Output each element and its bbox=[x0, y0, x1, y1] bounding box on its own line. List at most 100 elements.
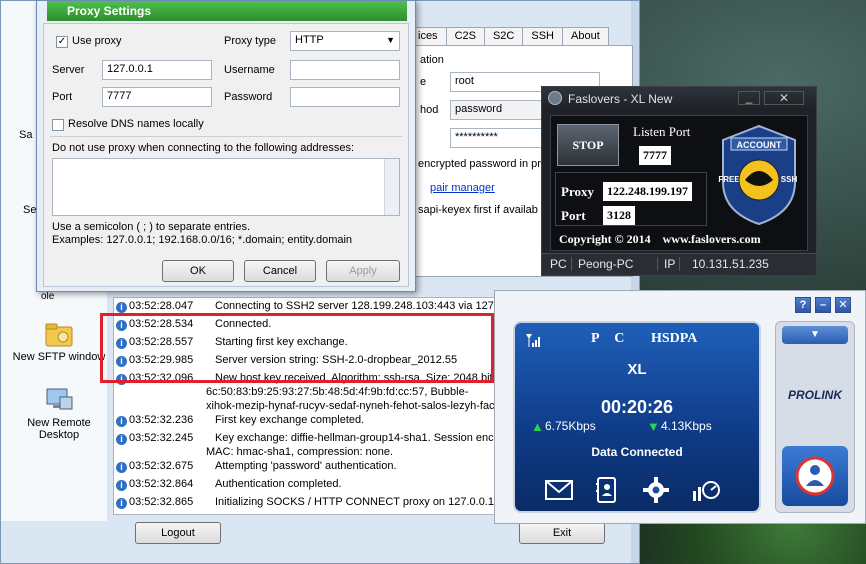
status-pc: PC bbox=[546, 257, 572, 271]
status-ip-value: 10.131.51.235 bbox=[692, 257, 769, 271]
gear-icon[interactable] bbox=[643, 477, 669, 503]
no-proxy-textarea[interactable] bbox=[52, 158, 400, 216]
proxy-type-value: HTTP bbox=[295, 34, 324, 46]
minimize-button[interactable]: _ bbox=[738, 91, 760, 105]
apply-button[interactable]: Apply bbox=[326, 260, 400, 282]
server-field[interactable]: 127.0.0.1 bbox=[102, 60, 212, 80]
new-sftp-window-button[interactable]: New SFTP window bbox=[11, 319, 107, 363]
chevron-down-icon: ▼ bbox=[386, 35, 395, 45]
proxy-type-label: Proxy type bbox=[224, 35, 276, 47]
encrypted-text: encrypted password in pr bbox=[418, 158, 541, 170]
port-label: Port bbox=[52, 91, 73, 103]
stop-button[interactable]: STOP bbox=[557, 124, 619, 166]
upload-speed: 6.75Kbps bbox=[545, 419, 596, 433]
app-icon bbox=[548, 91, 562, 105]
window-title: Faslovers - XL New _ ✕ bbox=[542, 87, 816, 111]
sidebar-fragment-console: ole bbox=[41, 291, 55, 302]
connect-button[interactable] bbox=[782, 446, 848, 506]
method-label-fragment: hod bbox=[420, 104, 439, 116]
modem-dialer-window: ? – ✕ P C HSDPA XL 00:20:26 ▲ 6.75Kbps ▼… bbox=[494, 290, 866, 524]
resolve-dns-label: Resolve DNS names locally bbox=[68, 118, 204, 130]
badge-free-text: FREE bbox=[718, 175, 740, 184]
username-label: Username bbox=[224, 64, 275, 76]
info-icon: i bbox=[116, 434, 127, 445]
network-type: HSDPA bbox=[651, 331, 698, 346]
proxy-settings-dialog: Proxy Settings ✓ Use proxy Proxy type HT… bbox=[36, 0, 416, 292]
connection-timer: 00:20:26 bbox=[600, 397, 674, 417]
status-bar: PC Peong-PC IP 10.131.51.235 bbox=[542, 253, 816, 275]
log-row: i 03:52:32.864 Authentication completed. bbox=[116, 478, 342, 494]
listen-port-field[interactable]: 7777 bbox=[639, 146, 671, 165]
new-remote-desktop-button[interactable]: New Remote Desktop bbox=[11, 385, 107, 441]
proxy-password-field[interactable] bbox=[290, 87, 400, 107]
highlight-annotation bbox=[100, 313, 494, 383]
info-icon: i bbox=[116, 480, 127, 491]
faslovers-proxy-label: Proxy bbox=[561, 184, 594, 199]
phonebook-icon[interactable] bbox=[595, 477, 617, 503]
status-ip-label: IP bbox=[660, 257, 681, 271]
mode-text: P C bbox=[591, 331, 631, 346]
hint-line-1: Use a semicolon ( ; ) to separate entrie… bbox=[52, 221, 251, 233]
info-icon: i bbox=[116, 302, 127, 313]
use-proxy-label: Use proxy bbox=[72, 35, 122, 47]
tab-c2s[interactable]: C2S bbox=[445, 27, 485, 45]
listen-port-label: Listen Port bbox=[633, 124, 691, 139]
folder-icon bbox=[45, 323, 73, 347]
dropdown-toggle-button[interactable]: ▼ bbox=[782, 326, 848, 344]
proxy-username-field[interactable] bbox=[290, 60, 400, 80]
log-row: i 03:52:32.865 Initializing SOCKS / HTTP C… bbox=[116, 496, 494, 512]
no-proxy-label: Do not use proxy when connecting to the … bbox=[52, 142, 355, 154]
badge-account-text: ACCOUNT bbox=[737, 140, 782, 150]
pair-manager-link[interactable]: pair manager bbox=[430, 182, 495, 194]
faslovers-proxy-field[interactable]: 122.248.199.197 bbox=[603, 182, 692, 201]
tab-about[interactable]: About bbox=[562, 27, 609, 45]
operator-name: XL bbox=[627, 361, 647, 378]
free-ssh-account-badge: ACCOUNT FREE SSH bbox=[718, 124, 798, 226]
server-label: Server bbox=[52, 64, 85, 76]
title-text: Faslovers - XL New bbox=[568, 92, 673, 106]
faslovers-window: Faslovers - XL New _ ✕ STOP Listen Port … bbox=[541, 86, 817, 276]
cancel-button[interactable]: Cancel bbox=[244, 260, 316, 282]
status-hostname: Peong-PC bbox=[574, 257, 658, 271]
down-arrow-icon: ▼ bbox=[647, 419, 660, 434]
close-button[interactable]: ✕ bbox=[835, 297, 851, 313]
dialog-title: Proxy Settings bbox=[47, 1, 407, 21]
badge-ssh-text: SSH bbox=[781, 175, 798, 184]
help-button[interactable]: ? bbox=[795, 297, 811, 313]
divider bbox=[50, 136, 402, 137]
port-field[interactable]: 7777 bbox=[102, 87, 212, 107]
use-proxy-checkbox[interactable]: ✓ bbox=[56, 36, 68, 48]
download-speed: 4.13Kbps bbox=[661, 419, 712, 433]
scrollbar[interactable] bbox=[384, 159, 399, 215]
proxy-type-select[interactable]: HTTP ▼ bbox=[290, 31, 400, 51]
faslovers-body: STOP Listen Port 7777 Proxy 122.248.199.… bbox=[550, 115, 808, 251]
minimize-button[interactable]: – bbox=[815, 297, 831, 313]
faslovers-port-field[interactable]: 3128 bbox=[603, 206, 635, 225]
connection-status: Data Connected bbox=[591, 445, 683, 459]
faslovers-port-label: Port bbox=[561, 208, 586, 223]
close-button[interactable]: ✕ bbox=[764, 91, 804, 105]
log-row: i 03:52:32.236 First key exchange complete… bbox=[116, 414, 364, 430]
log-continuation: 6c:50:83:b9:25:93:27:5b:48:5d:4f:9b:fd:c… bbox=[206, 386, 469, 398]
prolink-logo: PROLINK bbox=[788, 388, 842, 402]
exit-button[interactable]: Exit bbox=[519, 522, 605, 544]
new-sftp-label: New SFTP window bbox=[12, 351, 106, 363]
info-icon: i bbox=[116, 498, 127, 509]
password-label: Password bbox=[224, 91, 273, 103]
proxy-form: ✓ Use proxy Proxy type HTTP ▼ Server 127… bbox=[43, 23, 409, 287]
modem-side-panel: ▼ PROLINK bbox=[775, 321, 855, 513]
tab-s2c[interactable]: S2C bbox=[483, 27, 524, 45]
resolve-dns-checkbox[interactable] bbox=[52, 119, 64, 131]
monitor-icon bbox=[46, 388, 73, 410]
new-rdp-label: New Remote Desktop bbox=[27, 417, 91, 441]
keyex-text: sapi-keyex first if availab bbox=[418, 204, 538, 216]
hint-line-2: Examples: 127.0.0.1; 192.168.0.0/16; *.d… bbox=[52, 234, 353, 246]
data-statistics-icon[interactable] bbox=[691, 477, 721, 503]
modem-status-screen: P C HSDPA XL 00:20:26 ▲ 6.75Kbps ▼ 4.13K… bbox=[513, 321, 761, 513]
sms-envelope-icon[interactable] bbox=[545, 479, 573, 501]
info-icon: i bbox=[116, 416, 127, 427]
logout-button[interactable]: Logout bbox=[135, 522, 221, 544]
log-row: i 03:52:32.675 Attempting 'password' authe… bbox=[116, 460, 397, 476]
ok-button[interactable]: OK bbox=[162, 260, 234, 282]
tab-ssh[interactable]: SSH bbox=[522, 27, 563, 45]
